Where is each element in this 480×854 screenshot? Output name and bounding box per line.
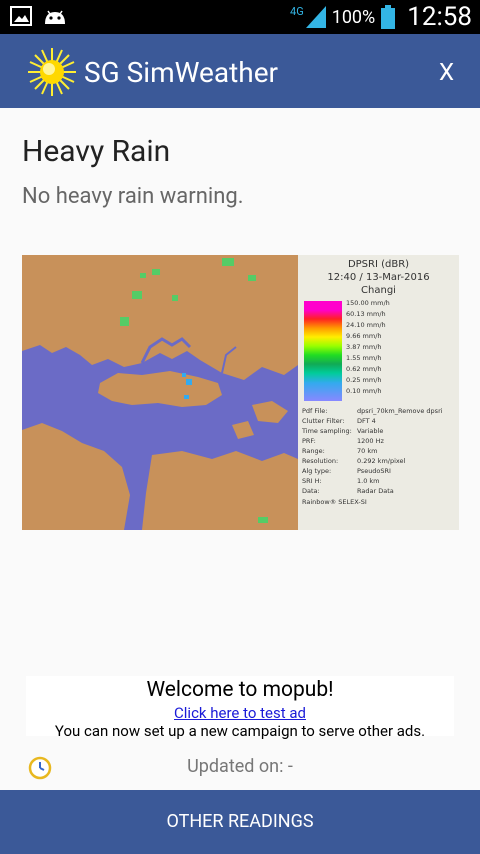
meta-key: SRI H: <box>302 477 322 485</box>
meta-value: 1.0 km <box>357 477 380 485</box>
meta-key: Range: <box>302 447 325 455</box>
meta-value: 1200 Hz <box>357 437 384 445</box>
ad-banner[interactable]: Welcome to mopub! Click here to test ad … <box>26 676 454 740</box>
meta-value: Variable <box>357 427 384 435</box>
app-bar: SG SimWeather X <box>0 34 480 108</box>
meta-key: PRF: <box>302 437 316 445</box>
status-bar: 4G 100% 12:58 <box>0 0 480 34</box>
network-type: 4G <box>290 4 304 18</box>
legend-label: 0.25 mm/h <box>346 376 382 384</box>
meta-key: Clutter Filter: <box>302 417 345 425</box>
radar-map <box>22 255 298 530</box>
meta-key: Pdf File: <box>302 407 328 415</box>
meta-key: Time sampling: <box>302 427 352 435</box>
meta-key: Alg type: <box>302 467 332 475</box>
legend-label: 150.00 mm/h <box>346 299 390 307</box>
ad-body: You can now set up a new campaign to ser… <box>54 722 426 740</box>
legend-label: 24.10 mm/h <box>346 321 386 329</box>
ad-link[interactable]: Click here to test ad <box>26 704 454 722</box>
close-button[interactable]: X <box>439 58 454 86</box>
meta-value: DFT 4 <box>357 417 376 425</box>
sun-icon <box>28 48 76 96</box>
radar-legend: DPSRI (dBR) 12:40 / 13-Mar-2016 Changi 1… <box>298 255 459 530</box>
ad-title: Welcome to mopub! <box>146 678 334 702</box>
gallery-icon <box>10 6 32 26</box>
radar-station: Changi <box>361 285 396 296</box>
radar-credit: Rainbow® SELEX-SI <box>302 498 367 506</box>
battery-percent: 100% <box>331 6 376 28</box>
updated-time: Updated on: - <box>187 756 293 777</box>
legend-label: 60.13 mm/h <box>346 310 386 318</box>
signal-icon <box>305 6 326 28</box>
legend-label: 1.55 mm/h <box>346 354 382 362</box>
meta-value: PseudoSRI <box>357 467 391 475</box>
legend-label: 3.87 mm/h <box>346 343 382 351</box>
app-title: SG SimWeather <box>84 56 279 89</box>
radar-image: DPSRI (dBR) 12:40 / 13-Mar-2016 Changi 1… <box>22 255 459 530</box>
legend-title: DPSRI (dBR) <box>347 259 410 270</box>
android-icon <box>45 10 65 24</box>
meta-value: 0.292 km/pixel <box>357 457 406 465</box>
legend-color-bar <box>304 301 342 401</box>
clock-time: 12:58 <box>407 2 472 32</box>
other-readings-button[interactable]: OTHER READINGS <box>0 790 480 854</box>
meta-value: dpsri_70km_Remove dpsri <box>357 407 443 415</box>
legend-label: 9.66 mm/h <box>346 332 382 340</box>
meta-key: Data: <box>302 487 320 495</box>
battery-icon <box>381 5 396 29</box>
meta-value: Radar Data <box>357 487 394 495</box>
legend-label: 0.62 mm/h <box>346 365 382 373</box>
warning-status: No heavy rain warning. <box>22 184 244 209</box>
radar-datetime: 12:40 / 13-Mar-2016 <box>327 272 430 283</box>
main-content: Heavy Rain No heavy rain warning. DPSRI … <box>0 108 480 790</box>
legend-label: 0.10 mm/h <box>346 387 382 395</box>
page-title: Heavy Rain <box>22 134 171 169</box>
meta-key: Resolution: <box>302 457 339 465</box>
meta-value: 70 km <box>357 447 378 455</box>
